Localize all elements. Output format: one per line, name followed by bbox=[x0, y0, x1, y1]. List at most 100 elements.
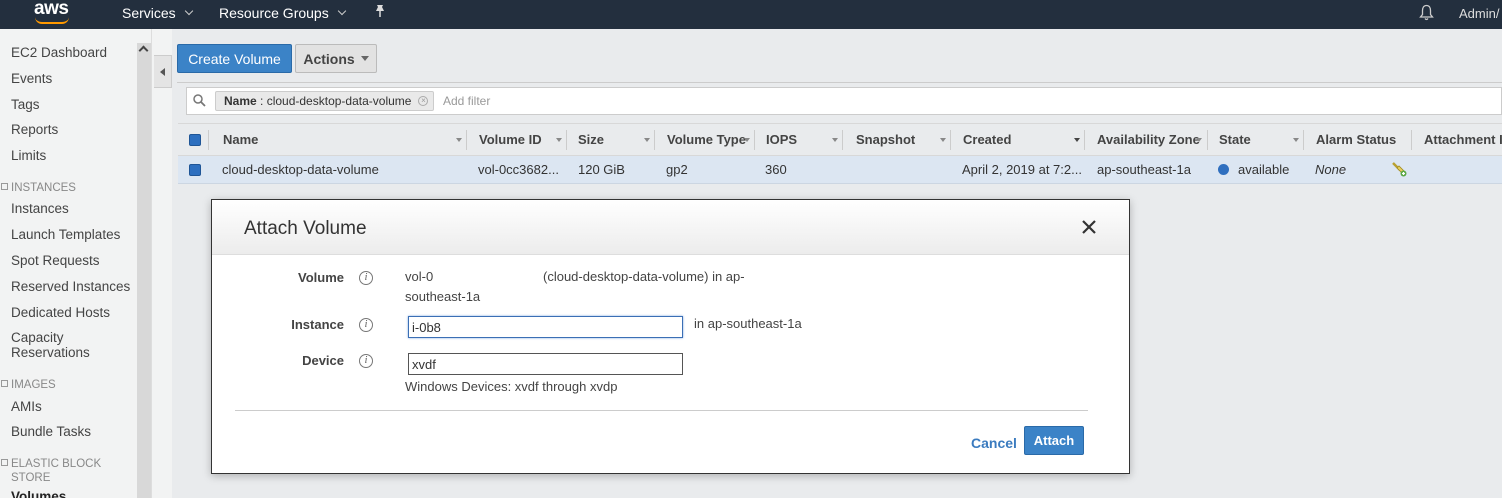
column-header-name[interactable]: Name bbox=[223, 124, 258, 155]
sort-caret-icon[interactable] bbox=[832, 138, 838, 142]
sidebar-item-launch-templates[interactable]: Launch Templates bbox=[11, 227, 120, 242]
bell-icon[interactable] bbox=[1419, 4, 1434, 21]
instance-input[interactable] bbox=[408, 316, 683, 338]
divider bbox=[235, 410, 1088, 411]
collapse-toggle-icon bbox=[1, 380, 8, 387]
cell-size: 120 GiB bbox=[578, 162, 625, 177]
sidebar-item-spot-requests[interactable]: Spot Requests bbox=[11, 253, 100, 268]
column-separator bbox=[654, 130, 655, 150]
info-icon[interactable]: i bbox=[359, 271, 373, 285]
attach-button[interactable]: Attach bbox=[1024, 426, 1084, 455]
sidebar-item-amis[interactable]: AMIs bbox=[11, 399, 42, 414]
chevron-down-icon bbox=[337, 6, 346, 16]
close-icon[interactable] bbox=[1080, 218, 1098, 236]
sidebar-item-reports[interactable]: Reports bbox=[11, 122, 58, 137]
device-input[interactable] bbox=[408, 353, 683, 375]
divider bbox=[177, 82, 1502, 83]
cell-created: April 2, 2019 at 7:2... bbox=[962, 162, 1082, 177]
sort-caret-icon[interactable] bbox=[456, 138, 462, 142]
sidebar-section-instances[interactable]: INSTANCES bbox=[1, 181, 76, 195]
section-label: IMAGES bbox=[11, 379, 56, 391]
sidebar-item-limits[interactable]: Limits bbox=[11, 148, 46, 163]
column-header-state[interactable]: State bbox=[1219, 124, 1251, 155]
services-menu[interactable]: Services bbox=[122, 5, 193, 21]
sort-caret-icon[interactable] bbox=[940, 138, 946, 142]
volume-description-text-continued: southeast-1a bbox=[405, 289, 481, 304]
sidebar-section-images[interactable]: IMAGES bbox=[1, 378, 56, 392]
filter-bar[interactable]: Name : cloud-desktop-data-volume × Add f… bbox=[186, 87, 1502, 115]
column-separator bbox=[1084, 130, 1085, 150]
sort-caret-icon[interactable] bbox=[556, 138, 562, 142]
scroll-up-arrow-icon[interactable] bbox=[138, 45, 149, 56]
sidebar-item-reserved-instances[interactable]: Reserved Instances bbox=[11, 279, 130, 294]
state-available-icon bbox=[1218, 164, 1229, 175]
sidebar-item-capacity-reservations[interactable]: Capacity Reservations bbox=[11, 330, 101, 360]
table-row[interactable]: cloud-desktop-data-volume vol-0cc3682...… bbox=[178, 156, 1502, 184]
column-header-availability-zone[interactable]: Availability Zone bbox=[1097, 124, 1200, 155]
instance-region-text: in ap-southeast-1a bbox=[694, 316, 802, 331]
column-header-iops[interactable]: IOPS bbox=[766, 124, 797, 155]
cell-availability-zone: ap-southeast-1a bbox=[1097, 162, 1191, 177]
column-separator bbox=[950, 130, 951, 150]
sort-caret-icon[interactable] bbox=[644, 138, 650, 142]
cell-volume-type: gp2 bbox=[666, 162, 688, 177]
volume-id-text: vol-0 bbox=[405, 269, 434, 284]
sort-caret-icon[interactable] bbox=[1196, 138, 1202, 142]
select-all-checkbox[interactable] bbox=[189, 134, 201, 146]
row-checkbox[interactable] bbox=[189, 164, 201, 176]
info-icon[interactable]: i bbox=[359, 318, 373, 332]
sidebar-item-ec2-dashboard[interactable]: EC2 Dashboard bbox=[11, 45, 107, 60]
column-header-size[interactable]: Size bbox=[578, 124, 604, 155]
create-alarm-icon[interactable] bbox=[1391, 161, 1407, 177]
sidebar-item-volumes[interactable]: Volumes bbox=[11, 489, 66, 498]
section-label: INSTANCES bbox=[11, 182, 76, 194]
sidebar-item-dedicated-hosts[interactable]: Dedicated Hosts bbox=[11, 305, 110, 320]
resource-groups-menu[interactable]: Resource Groups bbox=[219, 5, 346, 21]
filter-chip[interactable]: Name : cloud-desktop-data-volume × bbox=[215, 91, 435, 111]
info-icon[interactable]: i bbox=[359, 354, 373, 368]
sort-caret-icon[interactable] bbox=[1293, 138, 1299, 142]
cell-alarm-status: None bbox=[1315, 162, 1347, 177]
cancel-button[interactable]: Cancel bbox=[971, 435, 1017, 451]
column-header-volume-type[interactable]: Volume Type bbox=[667, 124, 746, 155]
services-label: Services bbox=[122, 5, 176, 21]
sidebar-item-instances[interactable]: Instances bbox=[11, 201, 69, 216]
add-filter-input[interactable]: Add filter bbox=[443, 94, 490, 108]
column-separator bbox=[466, 130, 467, 150]
dialog-header: Attach Volume bbox=[212, 200, 1129, 255]
pin-icon[interactable] bbox=[374, 4, 386, 18]
device-hint-text: Windows Devices: xvdf through xvdp bbox=[405, 379, 618, 394]
column-header-created[interactable]: Created bbox=[963, 124, 1011, 155]
actions-label: Actions bbox=[303, 50, 355, 67]
aws-logo-smile bbox=[35, 17, 69, 24]
column-header-attachment-info[interactable]: Attachment In bbox=[1424, 124, 1502, 155]
remove-filter-icon[interactable]: × bbox=[418, 96, 429, 106]
volume-label: Volume bbox=[298, 270, 344, 285]
column-separator bbox=[208, 130, 209, 150]
attach-volume-dialog: Attach Volume Volume i vol-0 (cloud-desk… bbox=[211, 199, 1130, 474]
column-separator bbox=[1207, 130, 1208, 150]
sidebar-scrollbar[interactable] bbox=[137, 43, 151, 498]
sort-caret-icon[interactable] bbox=[1074, 138, 1080, 142]
create-volume-button[interactable]: Create Volume bbox=[177, 44, 292, 73]
column-separator bbox=[566, 130, 567, 150]
sidebar-item-bundle-tasks[interactable]: Bundle Tasks bbox=[11, 424, 91, 439]
sidebar-item-tags[interactable]: Tags bbox=[11, 97, 40, 112]
filter-chip-value: cloud-desktop-data-volume bbox=[266, 94, 412, 108]
actions-dropdown-button[interactable]: Actions bbox=[295, 44, 377, 73]
column-separator bbox=[842, 130, 843, 150]
sidebar-section-elastic-block-store[interactable]: ELASTIC BLOCK STORE bbox=[1, 457, 121, 485]
sort-caret-icon[interactable] bbox=[744, 138, 750, 142]
column-separator bbox=[1411, 130, 1412, 150]
chevron-down-icon bbox=[184, 6, 193, 16]
top-navigation-bar: aws Services Resource Groups Admin/ bbox=[0, 0, 1502, 29]
sidebar-collapse-button[interactable] bbox=[154, 55, 172, 88]
caret-down-icon bbox=[360, 56, 369, 61]
collapse-toggle-icon bbox=[1, 459, 8, 466]
sidebar-item-events[interactable]: Events bbox=[11, 71, 52, 86]
column-header-snapshot[interactable]: Snapshot bbox=[856, 124, 915, 155]
column-header-alarm-status[interactable]: Alarm Status bbox=[1316, 124, 1396, 155]
volume-description-text: (cloud-desktop-data-volume) in ap- bbox=[543, 269, 745, 284]
account-menu[interactable]: Admin/ bbox=[1459, 6, 1499, 21]
column-header-volume-id[interactable]: Volume ID bbox=[479, 124, 542, 155]
